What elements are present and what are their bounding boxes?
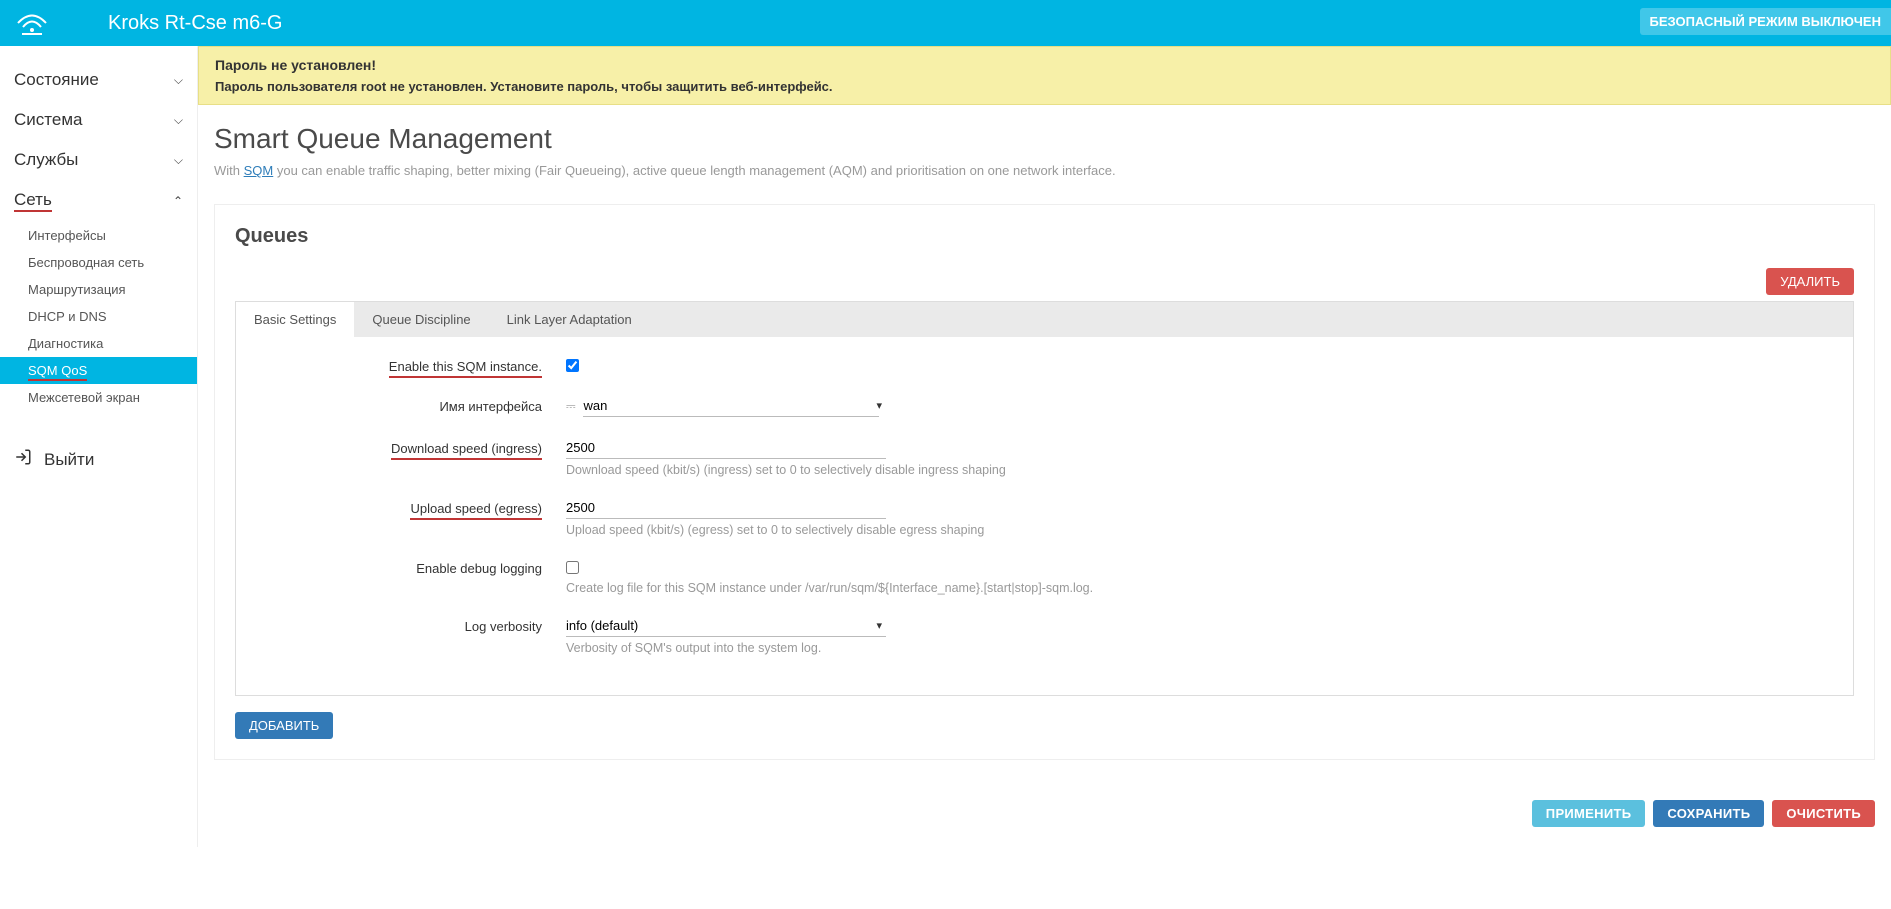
reset-button[interactable]: ОЧИСТИТЬ (1772, 800, 1875, 827)
log-verbosity-help: Verbosity of SQM's output into the syste… (566, 641, 1833, 655)
nav-group-label: Система (14, 110, 82, 130)
delete-button[interactable]: УДАЛИТЬ (1766, 268, 1854, 295)
footer-actions: ПРИМЕНИТЬ СОХРАНИТЬ ОЧИСТИТЬ (198, 780, 1891, 847)
nav-group-label: Службы (14, 150, 78, 170)
enable-sqm-label: Enable this SQM instance. (256, 355, 566, 374)
header-bar: Kroks Rt-Cse m6-G БЕЗОПАСНЫЙ РЕЖИМ ВЫКЛЮ… (0, 0, 1891, 46)
sidebar: Состояние ⌵ Система ⌵ Службы ⌵ Сеть ⌃ Ин… (0, 46, 198, 847)
ethernet-icon: ⎓ (566, 399, 576, 413)
debug-logging-checkbox[interactable] (566, 561, 579, 574)
debug-logging-help: Create log file for this SQM instance un… (566, 581, 1833, 595)
nav-sub-dhcp-dns[interactable]: DHCP и DNS (0, 303, 197, 330)
upload-speed-label: Upload speed (egress) (256, 497, 566, 516)
sqm-link[interactable]: SQM (244, 163, 274, 178)
warning-title: Пароль не установлен! (215, 57, 1874, 73)
chevron-down-icon: ⌵ (174, 113, 183, 128)
queues-panel: Queues УДАЛИТЬ Basic Settings Queue Disc… (214, 204, 1875, 760)
chevron-up-icon: ⌃ (173, 194, 183, 208)
warning-body: Пароль пользователя root не установлен. … (215, 79, 1874, 94)
nav-sub-sqm-qos[interactable]: SQM QoS (0, 357, 197, 384)
log-verbosity-select[interactable]: info (default) (566, 615, 886, 637)
nav-sub-firewall[interactable]: Межсетевой экран (0, 384, 197, 411)
tab-content: Enable this SQM instance. Имя интерфейса… (235, 337, 1854, 696)
add-button[interactable]: ДОБАВИТЬ (235, 712, 333, 739)
nav-sub-wireless[interactable]: Беспроводная сеть (0, 249, 197, 276)
save-button[interactable]: СОХРАНИТЬ (1653, 800, 1764, 827)
nav-group-network[interactable]: Сеть ⌃ (0, 180, 197, 222)
tab-link-layer[interactable]: Link Layer Adaptation (489, 302, 650, 337)
logout-icon (14, 448, 32, 471)
upload-speed-input[interactable] (566, 497, 886, 519)
logout-label: Выйти (44, 450, 94, 470)
wifi-logo-icon (14, 10, 50, 36)
tab-basic-settings[interactable]: Basic Settings (236, 302, 354, 337)
nav-group-status[interactable]: Состояние ⌵ (0, 60, 197, 100)
upload-speed-help: Upload speed (kbit/s) (egress) set to 0 … (566, 523, 1833, 537)
logout-button[interactable]: Выйти (0, 429, 197, 489)
apply-button[interactable]: ПРИМЕНИТЬ (1532, 800, 1646, 827)
enable-sqm-checkbox[interactable] (566, 359, 579, 372)
section-title: Queues (235, 225, 1854, 248)
chevron-down-icon: ⌵ (174, 153, 183, 168)
device-title: Kroks Rt-Cse m6-G (108, 12, 282, 35)
nav-sub-interfaces[interactable]: Интерфейсы (0, 222, 197, 249)
page-title: Smart Queue Management (214, 123, 1875, 155)
download-speed-label: Download speed (ingress) (256, 437, 566, 456)
interface-select[interactable]: wan (583, 395, 879, 417)
debug-logging-label: Enable debug logging (256, 557, 566, 576)
tabs: Basic Settings Queue Discipline Link Lay… (235, 301, 1854, 337)
password-warning-banner: Пароль не установлен! Пароль пользовател… (198, 46, 1891, 105)
download-speed-input[interactable] (566, 437, 886, 459)
download-speed-help: Download speed (kbit/s) (ingress) set to… (566, 463, 1833, 477)
log-verbosity-label: Log verbosity (256, 615, 566, 634)
nav-group-system[interactable]: Система ⌵ (0, 100, 197, 140)
nav-group-label: Состояние (14, 70, 99, 90)
page-description: With SQM you can enable traffic shaping,… (214, 163, 1875, 178)
interface-label: Имя интерфейса (256, 395, 566, 414)
nav-sub-routing[interactable]: Маршрутизация (0, 276, 197, 303)
main-content: Пароль не установлен! Пароль пользовател… (198, 46, 1891, 847)
nav-sub-diagnostics[interactable]: Диагностика (0, 330, 197, 357)
safe-mode-button[interactable]: БЕЗОПАСНЫЙ РЕЖИМ ВЫКЛЮЧЕН (1640, 8, 1891, 35)
chevron-down-icon: ⌵ (174, 73, 183, 88)
nav-group-services[interactable]: Службы ⌵ (0, 140, 197, 180)
tab-queue-discipline[interactable]: Queue Discipline (354, 302, 488, 337)
nav-group-label: Сеть (14, 190, 52, 212)
